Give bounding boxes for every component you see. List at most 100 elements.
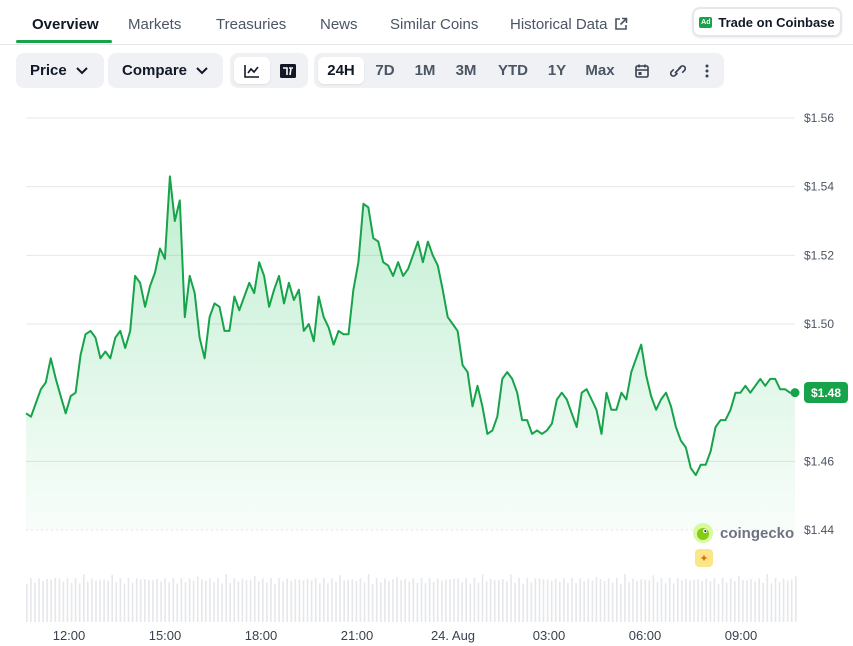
volume-bar [668, 578, 671, 622]
volume-bar [270, 578, 272, 622]
tab-similar-coins[interactable]: Similar Coins [390, 16, 478, 33]
tab-historical-data[interactable]: Historical Data [510, 16, 628, 33]
volume-bar [611, 582, 614, 622]
tab-overview[interactable]: Overview [32, 16, 99, 33]
volume-bar [493, 580, 496, 622]
ad-badge-icon: Ad [699, 16, 713, 28]
volume-bar [196, 576, 199, 622]
compare-dropdown[interactable]: Compare [108, 53, 223, 88]
volume-bar [697, 579, 699, 622]
price-dropdown[interactable]: Price [16, 53, 104, 88]
volume-bar [567, 583, 569, 622]
range-3m-button[interactable]: 3M [450, 57, 482, 84]
volume-bar [506, 581, 508, 622]
range-7d-button[interactable]: 7D [370, 57, 400, 84]
volume-bar [518, 578, 520, 622]
calendar-button[interactable] [628, 57, 656, 84]
volume-bar [701, 580, 703, 622]
volume-bar [70, 583, 73, 622]
volume-bar [294, 579, 297, 622]
volume-bar [262, 578, 264, 622]
trade-on-coinbase-button[interactable]: Ad Trade on Coinbase [692, 7, 842, 37]
range-1m-button[interactable]: 1M [410, 57, 440, 84]
volume-bar [335, 581, 337, 622]
price-chart[interactable]: $1.56 $1.54 $1.52 $1.50 $1.46 $1.44 12:00 15:0… [0, 100, 853, 646]
volume-bar [416, 583, 419, 622]
volume-bar [473, 578, 476, 622]
volume-bar [526, 578, 529, 622]
volume-bar [717, 583, 720, 622]
volume-bar [616, 578, 618, 622]
volume-bar [681, 580, 683, 622]
watermark-text: coingecko [720, 524, 795, 542]
volume-bar [571, 578, 573, 622]
volume-bar [91, 578, 93, 622]
volume-bar [522, 583, 524, 622]
volume-bar [636, 581, 638, 622]
tab-historical-data-label: Historical Data [510, 16, 608, 33]
volume-bar [485, 581, 488, 622]
volume-bar [672, 583, 675, 622]
volume-bar [359, 578, 362, 622]
tab-news[interactable]: News [320, 16, 358, 33]
volume-bar [534, 578, 537, 622]
volume-bar [738, 575, 740, 622]
tab-treasuries[interactable]: Treasuries [216, 16, 286, 33]
volume-bar [709, 581, 712, 622]
volume-bar [453, 578, 455, 622]
volume-bar [550, 580, 553, 622]
volume-bar [233, 578, 236, 622]
volume-bar [209, 578, 211, 622]
volume-bar [217, 578, 219, 622]
volume-bar [790, 579, 793, 622]
volume-bar [111, 574, 113, 622]
volume-bar [705, 578, 708, 622]
volume-bar [131, 582, 134, 622]
range-1y-button[interactable]: 1Y [542, 57, 572, 84]
volume-bar [339, 575, 341, 622]
volume-bar [66, 578, 69, 622]
volume-bar [156, 579, 158, 622]
volume-bar [54, 577, 57, 622]
line-chart-icon [244, 64, 259, 78]
volume-bar [192, 580, 195, 622]
more-options-button[interactable] [696, 57, 718, 84]
ai-sparkle-button[interactable]: ✦ [695, 549, 713, 567]
volume-bar [298, 579, 301, 622]
volume-bar [107, 580, 109, 622]
volume-bar [229, 582, 231, 622]
trade-button-label: Trade on Coinbase [718, 14, 835, 30]
tradingview-button[interactable] [272, 57, 304, 84]
volume-bar [314, 578, 317, 622]
volume-bar [563, 578, 565, 622]
volume-bar [742, 579, 744, 622]
volume-bar [323, 578, 325, 622]
x-tick-label: 21:00 [341, 628, 374, 643]
share-link-button[interactable] [664, 57, 692, 84]
range-24h-button[interactable]: 24H [318, 57, 364, 84]
volume-bar [489, 579, 492, 622]
volume-bar [46, 579, 48, 622]
volume-bar [123, 583, 126, 622]
range-max-button[interactable]: Max [582, 57, 618, 84]
volume-bar [445, 579, 447, 622]
volume-bar [367, 574, 370, 622]
volume-bar [396, 577, 398, 622]
volume-bar [575, 583, 577, 622]
volume-bar [412, 578, 415, 622]
volume-bar [221, 583, 223, 622]
volume-bar [172, 578, 175, 622]
calendar-icon [635, 64, 649, 78]
volume-bar [306, 578, 309, 622]
tab-markets[interactable]: Markets [128, 16, 181, 33]
volume-bar [632, 578, 634, 622]
line-chart-button[interactable] [234, 57, 270, 84]
volume-bar [689, 580, 691, 622]
volume-bar [644, 579, 647, 622]
y-tick-label: $1.56 [804, 111, 834, 125]
x-axis-labels: 12:00 15:00 18:00 21:00 24. Aug 03:00 06:00 09:… [53, 628, 758, 643]
volume-bar [119, 578, 122, 622]
tradingview-icon [280, 63, 296, 78]
range-ytd-button[interactable]: YTD [494, 57, 532, 84]
volume-bar [38, 578, 40, 622]
